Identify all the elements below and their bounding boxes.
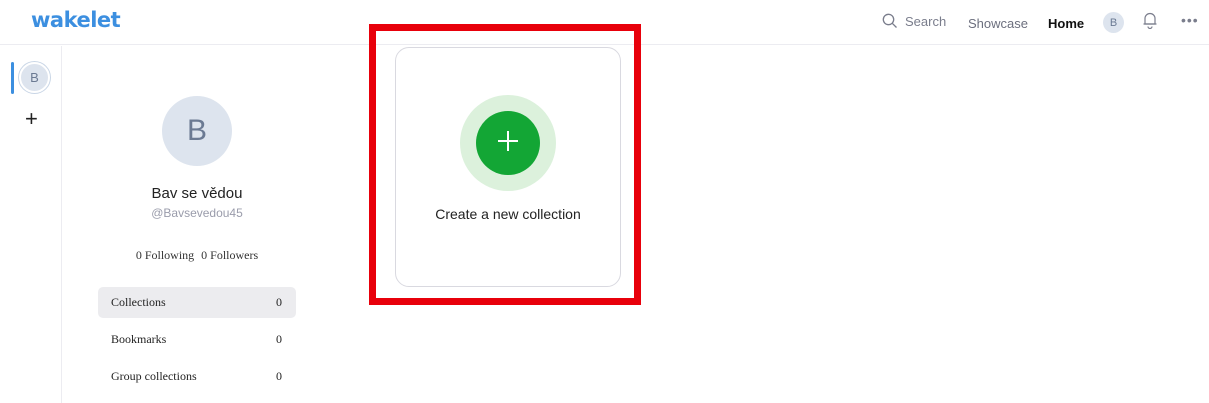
profile-handle: @Bavsevedou45 — [151, 206, 243, 220]
nav-item-group-collections[interactable]: Group collections 0 — [98, 361, 296, 392]
nav-item-collections[interactable]: Collections 0 — [98, 287, 296, 318]
nav-item-label: Group collections — [111, 369, 197, 383]
search-icon — [882, 13, 898, 29]
top-bar: wakelet Search Showcase Home B ••• — [0, 0, 1209, 45]
rail-add-button[interactable]: + — [25, 108, 38, 130]
rail-active-indicator — [11, 62, 14, 94]
bell-icon[interactable] — [1143, 11, 1157, 34]
rail-avatar[interactable]: B — [19, 62, 50, 93]
create-collection-label: Create a new collection — [435, 206, 581, 222]
profile-name: Bav se vědou — [151, 185, 243, 202]
search-label: Search — [905, 13, 947, 29]
left-rail: B + — [0, 46, 62, 403]
create-collection-button[interactable] — [476, 111, 540, 175]
nav-item-bookmarks[interactable]: Bookmarks 0 — [98, 324, 296, 355]
search-button[interactable]: Search — [882, 13, 946, 29]
create-collection-card[interactable]: Create a new collection — [395, 47, 621, 287]
nav-showcase[interactable]: Showcase — [968, 16, 1028, 31]
followers-count[interactable]: 0 Followers — [201, 248, 258, 262]
nav-home[interactable]: Home — [1048, 16, 1084, 31]
nav-item-label: Bookmarks — [111, 332, 167, 346]
nav-item-count: 0 — [276, 295, 282, 309]
follow-stats: 0 Following 0 Followers — [98, 248, 296, 263]
wakelet-logo[interactable]: wakelet — [31, 8, 121, 32]
nav-item-count: 0 — [276, 332, 282, 346]
nav-item-label: Collections — [111, 295, 166, 309]
plus-halo — [460, 95, 556, 191]
plus-icon — [495, 128, 521, 159]
profile-nav-list: Collections 0 Bookmarks 0 Group collecti… — [98, 287, 296, 398]
nav-item-count: 0 — [276, 369, 282, 383]
following-count[interactable]: 0 Following — [136, 248, 194, 262]
header-avatar[interactable]: B — [1103, 12, 1124, 33]
profile-avatar: B — [162, 96, 232, 166]
more-icon[interactable]: ••• — [1181, 12, 1199, 28]
